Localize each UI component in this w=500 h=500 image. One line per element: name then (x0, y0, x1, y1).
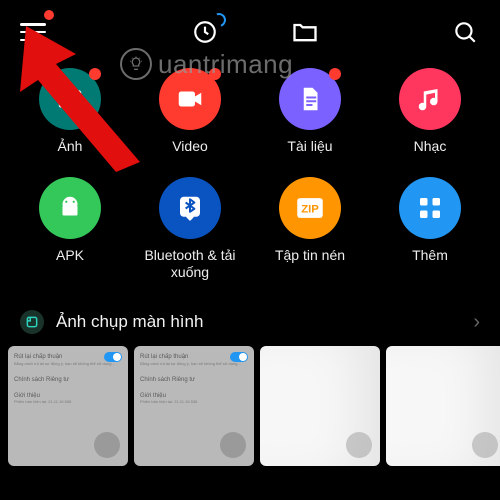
thumb-line: Chính sách Riêng tư (140, 377, 195, 383)
android-icon (39, 177, 101, 239)
bluetooth-icon (159, 177, 221, 239)
image-icon (39, 68, 101, 130)
chevron-right-icon: › (473, 311, 480, 334)
thumb-line: Rút lại chấp thuận (14, 354, 62, 360)
category-bluetooth[interactable]: Bluetooth & tải xuống (130, 177, 250, 281)
thumb-subtext: Phiên bản hiện tại: 21.11.19.536 (14, 400, 122, 405)
category-label: Video (172, 138, 208, 155)
music-icon (399, 68, 461, 130)
category-music[interactable]: Nhạc (370, 68, 490, 155)
grid-icon (399, 177, 461, 239)
thumb-subtext: Bằng cách rút lại sự đồng ý, bạn sẽ khôn… (14, 362, 122, 367)
category-label: Thêm (412, 247, 448, 264)
zip-icon: ZIP (279, 177, 341, 239)
fab-icon (346, 432, 372, 458)
folder-button[interactable] (290, 17, 320, 47)
category-images[interactable]: Ảnh (10, 68, 130, 155)
svg-text:ZIP: ZIP (301, 203, 319, 215)
fab-icon (472, 432, 498, 458)
category-label: Nhạc (414, 138, 447, 155)
section-title: Ảnh chụp màn hình (56, 312, 461, 332)
thumb-subtext: Bằng cách rút lại sự đồng ý, bạn sẽ khôn… (140, 362, 248, 367)
video-icon (159, 68, 221, 130)
fab-icon (220, 432, 246, 458)
recent-button[interactable] (190, 17, 220, 47)
fab-icon (94, 432, 120, 458)
category-label: Bluetooth & tải xuống (138, 247, 243, 281)
category-label: Tài liệu (287, 138, 332, 155)
notification-dot (89, 68, 101, 80)
category-more[interactable]: Thêm (370, 177, 490, 281)
category-label: APK (56, 247, 84, 264)
toggle-icon (230, 352, 248, 362)
search-button[interactable] (450, 17, 480, 47)
menu-button[interactable] (20, 23, 46, 41)
category-video[interactable]: Video (130, 68, 250, 155)
category-docs[interactable]: Tài liệu (250, 68, 370, 155)
thumb-subtext: Phiên bản hiện tại: 21.11.19.536 (140, 400, 248, 405)
category-label: Ảnh (58, 138, 83, 155)
thumb-line: Chính sách Riêng tư (14, 377, 69, 383)
folder-icon (291, 18, 319, 46)
screenshot-thumbnail[interactable] (260, 346, 380, 466)
toggle-icon (104, 352, 122, 362)
screenshot-badge-icon (20, 310, 44, 334)
search-icon (452, 19, 478, 45)
thumb-line: Rút lại chấp thuận (140, 354, 188, 360)
screenshot-thumbnail[interactable] (386, 346, 500, 466)
category-label: Tập tin nén (275, 247, 345, 264)
screenshot-thumbnail[interactable]: Rút lại chấp thuận Bằng cách rút lại sự … (134, 346, 254, 466)
notification-dot (329, 68, 341, 80)
doc-icon (279, 68, 341, 130)
notification-dot (209, 68, 221, 80)
section-screenshots[interactable]: Ảnh chụp màn hình › (0, 296, 500, 346)
menu-notification-dot (44, 10, 54, 20)
screenshot-thumbnail[interactable]: Rút lại chấp thuận Bằng cách rút lại sự … (8, 346, 128, 466)
category-zip[interactable]: ZIP Tập tin nén (250, 177, 370, 281)
category-apk[interactable]: APK (10, 177, 130, 281)
